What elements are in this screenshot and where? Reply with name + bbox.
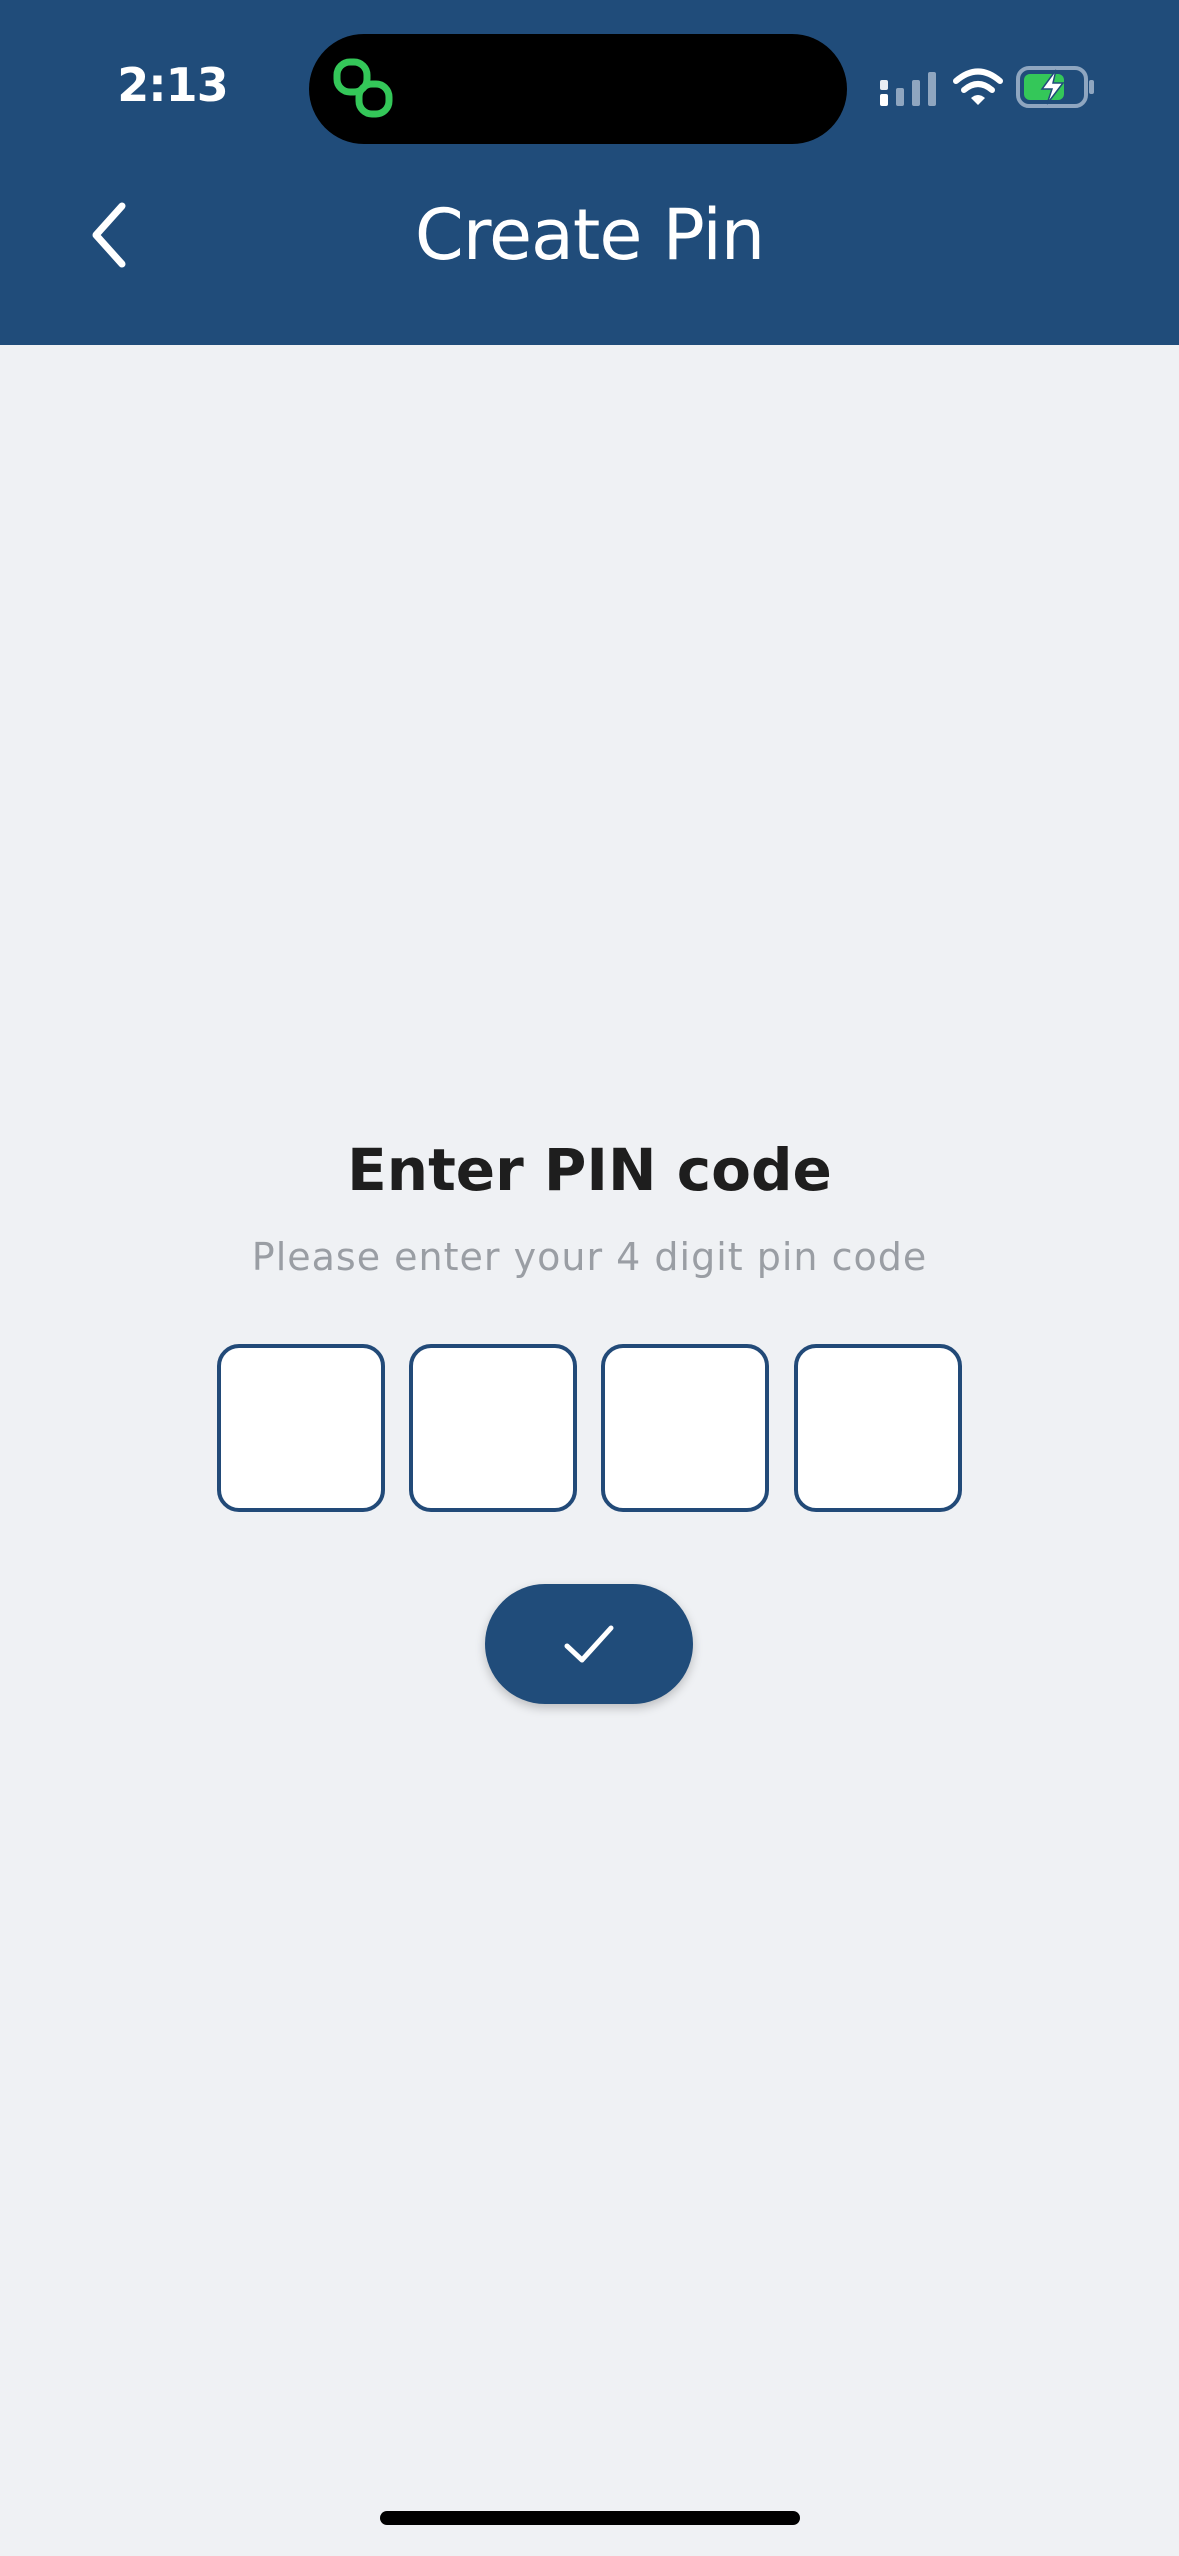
pin-input-row [217,1344,962,1512]
wifi-icon [953,68,1003,105]
status-bar-time: 2:13 [117,58,228,112]
home-indicator[interactable] [380,2511,800,2525]
dynamic-island [309,34,847,144]
app-header: 2:13 Create Pin [0,0,1179,345]
pin-digit-2[interactable] [409,1344,577,1512]
pin-digit-3[interactable] [601,1344,769,1512]
pin-digit-1[interactable] [217,1344,385,1512]
pin-heading: Enter PIN code [347,1136,832,1204]
pin-subtitle: Please enter your 4 digit pin code [251,1235,928,1279]
battery-charging-icon [1016,66,1094,108]
page-title: Create Pin [414,194,765,276]
create-pin-screen: 2:13 Create Pin Enter PIN code Please en… [0,0,1179,2556]
confirm-pin-button[interactable] [485,1584,693,1704]
link-chain-icon[interactable] [331,56,397,122]
cellular-signal-icon [880,72,936,106]
checkmark-icon [564,1625,614,1663]
pin-digit-4[interactable] [794,1344,962,1512]
